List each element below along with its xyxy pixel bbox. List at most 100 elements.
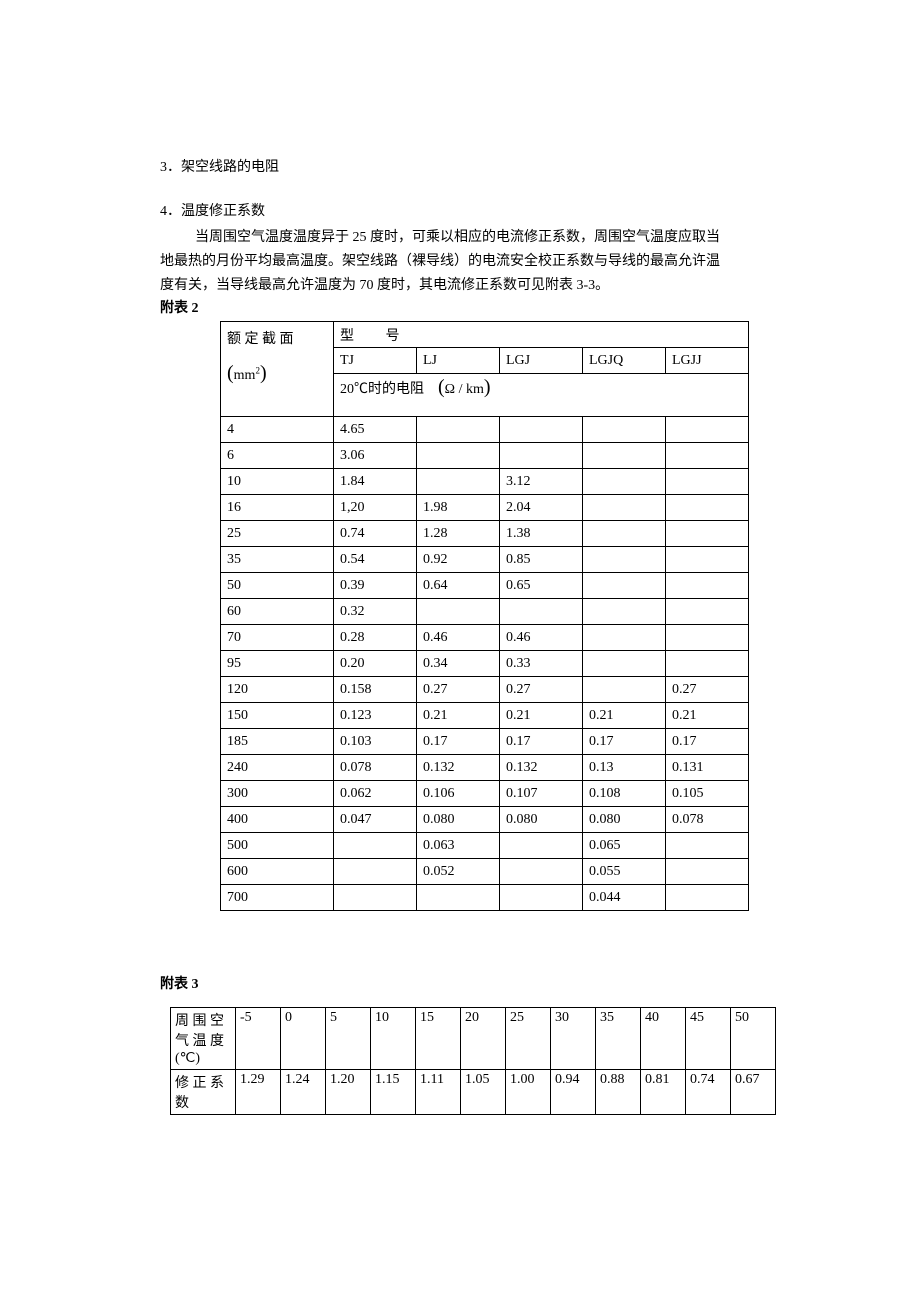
t2-cell: 0.063 <box>417 833 500 859</box>
t2-cell: 0.74 <box>334 521 417 547</box>
t3-row-temps: 周 围 空 气 温 度 (℃) -5 0 5 10 15 20 25 30 35… <box>171 1007 776 1069</box>
t3-temp-1: 0 <box>281 1007 326 1069</box>
t2-cell: 4.65 <box>334 417 417 443</box>
t2-cell <box>666 469 749 495</box>
t3-coeff-3: 1.15 <box>371 1069 416 1114</box>
t2-cell <box>417 443 500 469</box>
t2-cell: 150 <box>221 703 334 729</box>
t3-coeff-10: 0.74 <box>686 1069 731 1114</box>
t2-corner-text: 额 定 截 面 <box>227 332 294 347</box>
t2-cell: 0.64 <box>417 573 500 599</box>
t2-cell: 0.27 <box>666 677 749 703</box>
t2-cell <box>666 599 749 625</box>
table3-label: 附表 3 <box>160 973 790 997</box>
t2-cell: 0.106 <box>417 781 500 807</box>
t2-corner: 额 定 截 面 (mm2) <box>221 322 334 417</box>
lparen-icon: ( <box>438 376 445 398</box>
t3-coeff-1: 1.24 <box>281 1069 326 1114</box>
t2-cell <box>583 495 666 521</box>
t2-cell: 400 <box>221 807 334 833</box>
t2-cell <box>500 859 583 885</box>
t3-coeff-7: 0.94 <box>551 1069 596 1114</box>
table-row: 500.390.640.65 <box>221 573 749 599</box>
t2-cell: 0.17 <box>666 729 749 755</box>
t2-cell: 0.055 <box>583 859 666 885</box>
t2-col-lgj: LGJ <box>500 348 583 374</box>
table-row: 2400.0780.1320.1320.130.131 <box>221 755 749 781</box>
table-row: 63.06 <box>221 443 749 469</box>
table-row: 101.843.12 <box>221 469 749 495</box>
rparen-icon: ) <box>484 376 491 398</box>
t2-cell: 16 <box>221 495 334 521</box>
table-row: 3000.0620.1060.1070.1080.105 <box>221 781 749 807</box>
t2-cell: 60 <box>221 599 334 625</box>
t2-cell: 500 <box>221 833 334 859</box>
t2-cell <box>583 677 666 703</box>
t2-col-lgjq: LGJQ <box>583 348 666 374</box>
table-row: 6000.0520.055 <box>221 859 749 885</box>
t2-cell <box>583 443 666 469</box>
t2-cell <box>666 495 749 521</box>
t3-temp-7: 30 <box>551 1007 596 1069</box>
t2-cell <box>666 651 749 677</box>
t2-cell <box>500 417 583 443</box>
t2-cell <box>666 417 749 443</box>
t2-cell <box>583 417 666 443</box>
t2-cell: 0.46 <box>500 625 583 651</box>
t3-coeff-5: 1.05 <box>461 1069 506 1114</box>
t2-cell <box>666 573 749 599</box>
t2-top-header: 型 号 <box>334 322 749 348</box>
table3: 周 围 空 气 温 度 (℃) -5 0 5 10 15 20 25 30 35… <box>170 1007 776 1115</box>
t2-cell <box>583 547 666 573</box>
t3-temp-4: 15 <box>416 1007 461 1069</box>
t2-cell: 4 <box>221 417 334 443</box>
t2-col-tj: TJ <box>334 348 417 374</box>
table-row: 350.540.920.85 <box>221 547 749 573</box>
t2-unit-mm: mm <box>234 368 256 383</box>
t2-cell: 0.17 <box>583 729 666 755</box>
t2-cell: 0.17 <box>500 729 583 755</box>
t3-coeff-0: 1.29 <box>236 1069 281 1114</box>
page: 3．架空线路的电阻 4．温度修正系数 当周围空气温度温度异于 25 度时，可乘以… <box>0 0 920 1302</box>
t2-cell: 0.065 <box>583 833 666 859</box>
t2-cell: 2.04 <box>500 495 583 521</box>
t3-temp-3: 10 <box>371 1007 416 1069</box>
t3-temp-6: 25 <box>506 1007 551 1069</box>
t2-cell <box>666 443 749 469</box>
t2-cell: 1.98 <box>417 495 500 521</box>
t2-cell: 0.123 <box>334 703 417 729</box>
table-row: 1500.1230.210.210.210.21 <box>221 703 749 729</box>
t2-cell: 0.108 <box>583 781 666 807</box>
t2-cell: 0.85 <box>500 547 583 573</box>
t2-cell: 50 <box>221 573 334 599</box>
t2-cell: 25 <box>221 521 334 547</box>
t3-coeff-9: 0.81 <box>641 1069 686 1114</box>
t2-cell <box>417 599 500 625</box>
t2-cell: 0.052 <box>417 859 500 885</box>
t3-row-coeffs: 修 正 系 数 1.29 1.24 1.20 1.15 1.11 1.05 1.… <box>171 1069 776 1114</box>
table-row: 4000.0470.0800.0800.0800.078 <box>221 807 749 833</box>
t2-cell <box>666 625 749 651</box>
t3-coeff-8: 0.88 <box>596 1069 641 1114</box>
t3-temp-8: 35 <box>596 1007 641 1069</box>
t2-cell: 6 <box>221 443 334 469</box>
t2-cell: 0.080 <box>417 807 500 833</box>
t3-temp-9: 40 <box>641 1007 686 1069</box>
table2-header-row1: 额 定 截 面 (mm2) 型 号 <box>221 322 749 348</box>
t2-cell: 0.044 <box>583 885 666 911</box>
t2-cell <box>500 443 583 469</box>
rparen-icon: ) <box>260 362 267 384</box>
t2-cell <box>666 521 749 547</box>
t2-cell <box>334 885 417 911</box>
t2-cell: 0.27 <box>417 677 500 703</box>
lparen-icon: ( <box>227 362 234 384</box>
t2-cell: 0.46 <box>417 625 500 651</box>
t2-cell <box>666 885 749 911</box>
t2-cell: 0.54 <box>334 547 417 573</box>
t2-cell <box>666 833 749 859</box>
t2-cell: 0.078 <box>334 755 417 781</box>
t3-coeff-6: 1.00 <box>506 1069 551 1114</box>
t2-cell <box>583 469 666 495</box>
t2-cell: 0.080 <box>500 807 583 833</box>
t2-cell <box>583 625 666 651</box>
